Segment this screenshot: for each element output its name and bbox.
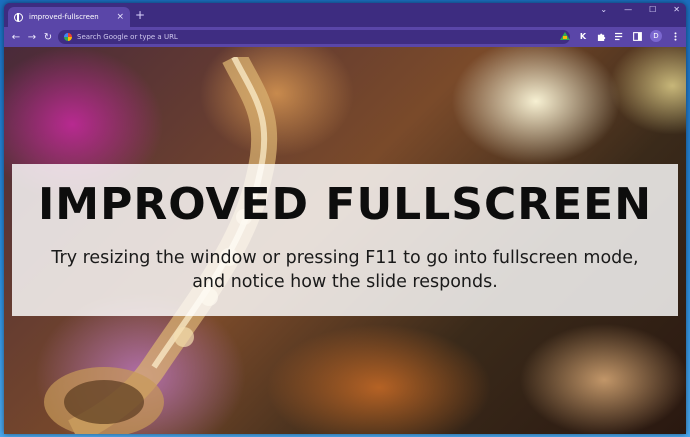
browser-window: improved-fullscreen × + ⌄ — ☐ ✕ ← → ↻ K — [4, 3, 686, 434]
drive-icon[interactable] — [560, 31, 570, 41]
back-button[interactable]: ← — [8, 32, 24, 43]
google-icon — [64, 33, 72, 41]
reading-list-icon[interactable] — [614, 31, 624, 41]
close-window-button[interactable]: ✕ — [673, 5, 680, 14]
tab-improved-fullscreen[interactable]: improved-fullscreen × — [8, 7, 130, 27]
tab-search-icon[interactable]: ⌄ — [600, 5, 607, 14]
tab-strip: improved-fullscreen × + ⌄ — ☐ ✕ — [4, 3, 686, 27]
minimize-button[interactable]: — — [624, 5, 632, 14]
forward-button[interactable]: → — [24, 32, 40, 43]
omnibox-input[interactable] — [77, 33, 557, 41]
toolbar-actions: K D — [560, 30, 680, 42]
tab-title: improved-fullscreen — [29, 13, 99, 21]
puzzle-extensions-icon[interactable] — [596, 31, 606, 41]
window-controls: ⌄ — ☐ ✕ — [600, 5, 680, 14]
reload-button[interactable]: ↻ — [40, 32, 56, 43]
page-subtext: Try resizing the window or pressing F11 … — [24, 246, 666, 294]
profile-avatar[interactable]: D — [650, 30, 662, 42]
page-headline: IMPROVED FULLSCREEN — [37, 179, 653, 230]
browser-toolbar: ← → ↻ K D — [4, 27, 686, 47]
page-content: IMPROVED FULLSCREEN Try resizing the win… — [4, 47, 686, 434]
menu-icon[interactable] — [670, 31, 680, 41]
close-tab-icon[interactable]: × — [116, 12, 124, 22]
globe-icon — [14, 12, 23, 22]
omnibox[interactable] — [58, 30, 570, 44]
maximize-button[interactable]: ☐ — [649, 5, 656, 14]
new-tab-button[interactable]: + — [135, 9, 145, 21]
side-panel-icon[interactable] — [632, 31, 642, 41]
subtext-line-1: Try resizing the window or pressing F11 … — [51, 248, 639, 268]
subtext-line-2: and notice how the slide responds. — [192, 272, 498, 292]
k-extension-icon[interactable]: K — [578, 31, 588, 41]
